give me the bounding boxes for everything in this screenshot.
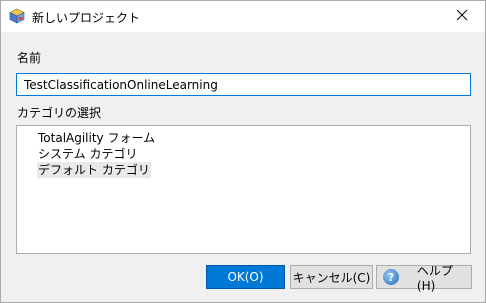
close-icon (456, 9, 468, 24)
ok-button-label: OK(O) (227, 270, 264, 284)
cancel-button-label: キャンセル(C) (292, 270, 371, 285)
project-name-input[interactable] (16, 73, 471, 96)
title-bar: 新しいプロジェクト (1, 1, 485, 32)
close-button[interactable] (439, 1, 485, 32)
list-item[interactable]: TotalAgility フォーム (37, 130, 156, 146)
help-icon: ? (383, 269, 399, 285)
category-label: カテゴリの選択 (17, 106, 102, 120)
help-button[interactable]: ? ヘルプ(H) (376, 264, 472, 293)
list-item[interactable]: システム カテゴリ (37, 146, 138, 162)
ok-button[interactable]: OK(O) (206, 265, 285, 289)
new-project-dialog: 新しいプロジェクト 名前 カテゴリの選択 TotalAgility フォーム シ… (0, 0, 486, 303)
category-list[interactable]: TotalAgility フォーム システム カテゴリ デフォルト カテゴリ (16, 125, 471, 254)
list-item[interactable]: デフォルト カテゴリ (37, 162, 151, 178)
window-title: 新しいプロジェクト (32, 11, 141, 25)
cancel-button[interactable]: キャンセル(C) (290, 265, 373, 289)
help-button-label: ヘルプ(H) (416, 263, 453, 293)
name-label: 名前 (17, 51, 42, 65)
project-cube-icon (9, 8, 25, 24)
